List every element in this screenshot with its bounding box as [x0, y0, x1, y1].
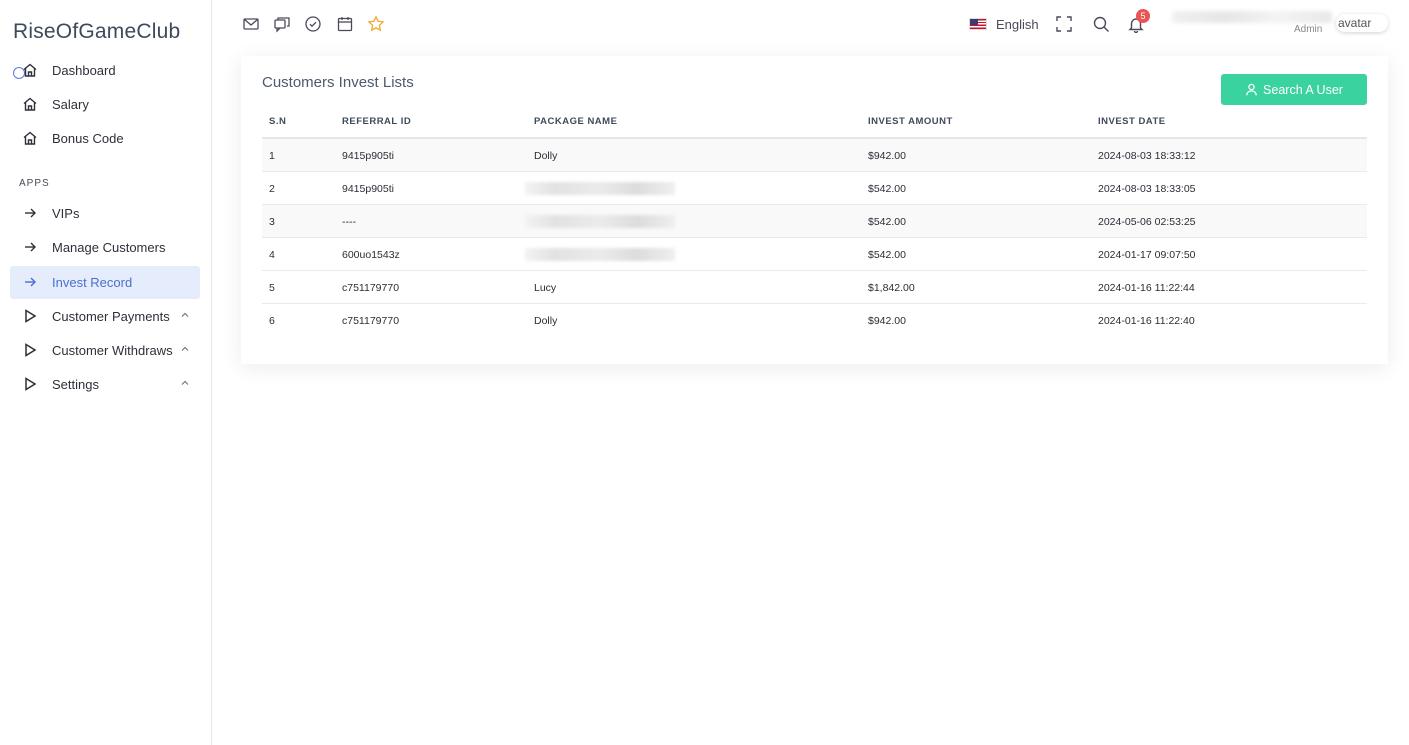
sidebar-item-salary[interactable]: Salary — [10, 88, 200, 121]
sidebar-item-settings[interactable]: Settings — [10, 368, 200, 401]
table-row: 4 600uo1543z $542.00 2024-01-17 09:07:50 — [262, 238, 1367, 271]
cell-invest-amount: $1,842.00 — [868, 282, 915, 294]
cell-invest-amount: $542.00 — [868, 216, 906, 228]
cell-invest-amount: $542.00 — [868, 183, 906, 195]
table-header: S.N REFERRAL ID PACKAGE NAME INVEST AMOU… — [262, 110, 1367, 139]
card-title: Customers Invest Lists — [262, 74, 414, 91]
cell-package-name-redacted — [525, 215, 675, 228]
table-row: 2 9415p905ti $542.00 2024-08-03 18:33:05 — [262, 172, 1367, 205]
cell-referral-id: c751179770 — [342, 315, 400, 327]
sidebar-item-label: VIPs — [52, 206, 80, 221]
cell-package-name-redacted — [525, 248, 675, 261]
calendar-icon[interactable] — [336, 15, 354, 33]
cell-invest-amount: $942.00 — [868, 315, 906, 327]
cell-package-name-redacted — [525, 182, 675, 195]
user-icon — [1246, 83, 1257, 96]
invest-list-card: Customers Invest Lists Search A User S.N… — [241, 56, 1388, 364]
user-role: Admin — [1294, 24, 1323, 35]
column-header: INVEST AMOUNT — [868, 116, 953, 127]
table-row: 1 9415p905ti Dolly $942.00 2024-08-03 18… — [262, 139, 1367, 172]
home-icon — [23, 97, 37, 111]
cell-package-name: Dolly — [534, 150, 558, 162]
star-icon[interactable] — [367, 15, 385, 33]
cell-sn: 5 — [269, 282, 275, 294]
sidebar: RiseOfGameClub Dashboard Salary Bonus Co… — [0, 0, 212, 745]
cell-invest-date: 2024-05-06 02:53:25 — [1098, 216, 1196, 228]
us-flag-icon — [969, 18, 987, 30]
sidebar-item-invest-record[interactable]: Invest Record — [10, 266, 200, 299]
cell-invest-date: 2024-08-03 18:33:05 — [1098, 183, 1196, 195]
table-row: 6 c751179770 Dolly $942.00 2024-01-16 11… — [262, 304, 1367, 336]
table-row: 3 ---- $542.00 2024-05-06 02:53:25 — [262, 205, 1367, 238]
invest-table: S.N REFERRAL ID PACKAGE NAME INVEST AMOU… — [262, 110, 1367, 336]
language-label: English — [996, 16, 1039, 32]
table-row: 5 c751179770 Lucy $1,842.00 2024-01-16 1… — [262, 271, 1367, 304]
cell-invest-date: 2024-08-03 18:33:12 — [1098, 150, 1196, 162]
cell-invest-amount: $542.00 — [868, 249, 906, 261]
cell-package-name: Dolly — [534, 315, 558, 327]
chevron-up-icon — [181, 346, 189, 351]
column-header: PACKAGE NAME — [534, 116, 618, 127]
sidebar-item-manage-customers[interactable]: Manage Customers — [10, 231, 200, 264]
search-user-button[interactable]: Search A User — [1221, 74, 1367, 105]
user-name-redacted — [1172, 11, 1332, 23]
cell-invest-date: 2024-01-16 11:22:44 — [1098, 282, 1195, 294]
brand-logo[interactable]: RiseOfGameClub — [13, 20, 180, 44]
play-icon — [25, 309, 37, 323]
home-icon — [23, 131, 37, 145]
cell-referral-id: 9415p905ti — [342, 183, 394, 195]
sidebar-item-label: Dashboard — [52, 63, 116, 78]
cell-sn: 4 — [269, 249, 275, 261]
chevron-up-icon — [181, 380, 189, 385]
cell-referral-id: 9415p905ti — [342, 150, 394, 162]
sidebar-item-bonus-code[interactable]: Bonus Code — [10, 122, 200, 155]
cell-sn: 3 — [269, 216, 275, 228]
play-icon — [25, 343, 37, 357]
cell-sn: 1 — [269, 150, 275, 162]
sidebar-item-customer-withdraws[interactable]: Customer Withdraws — [10, 334, 200, 367]
cell-invest-amount: $942.00 — [868, 150, 906, 162]
chevron-up-icon — [181, 312, 189, 317]
search-user-button-label: Search A User — [1263, 82, 1343, 97]
play-icon — [25, 377, 37, 391]
fullscreen-icon[interactable] — [1055, 15, 1073, 33]
sidebar-item-label: Bonus Code — [52, 131, 124, 146]
sidebar-item-label: Customer Payments — [52, 309, 170, 324]
sidebar-item-dashboard[interactable]: Dashboard — [10, 54, 200, 87]
cell-referral-id: c751179770 — [342, 282, 400, 294]
sidebar-item-label: Salary — [52, 97, 89, 112]
cell-referral-id: 600uo1543z — [342, 249, 400, 261]
mail-icon[interactable] — [242, 15, 260, 33]
sidebar-item-label: Settings — [52, 377, 99, 392]
sidebar-item-vips[interactable]: VIPs — [10, 197, 200, 230]
cell-invest-date: 2024-01-16 11:22:40 — [1098, 315, 1195, 327]
avatar[interactable]: avatar — [1336, 14, 1388, 32]
sidebar-item-label: Invest Record — [52, 275, 133, 290]
cell-invest-date: 2024-01-17 09:07:50 — [1098, 249, 1196, 261]
cell-referral-id: ---- — [342, 216, 356, 228]
sidebar-item-label: Customer Withdraws — [52, 343, 173, 358]
language-selector[interactable]: English — [969, 15, 1039, 33]
sidebar-item-label: Manage Customers — [52, 240, 166, 255]
cell-package-name: Lucy — [534, 282, 557, 294]
column-header: INVEST DATE — [1098, 116, 1166, 127]
arrow-right-icon — [25, 242, 36, 252]
arrow-right-icon — [25, 208, 36, 218]
cell-sn: 2 — [269, 183, 275, 195]
sidebar-item-customer-payments[interactable]: Customer Payments — [10, 300, 200, 333]
chat-icon[interactable] — [273, 15, 291, 33]
notification-badge: 5 — [1136, 9, 1150, 23]
section-label-apps: APPS — [19, 178, 50, 189]
column-header: REFERRAL ID — [342, 116, 412, 127]
search-icon[interactable] — [1092, 15, 1110, 33]
check-circle-icon[interactable] — [304, 15, 322, 33]
column-header: S.N — [269, 116, 287, 127]
arrow-right-icon — [25, 277, 36, 287]
home-icon — [23, 63, 37, 77]
cell-sn: 6 — [269, 315, 275, 327]
